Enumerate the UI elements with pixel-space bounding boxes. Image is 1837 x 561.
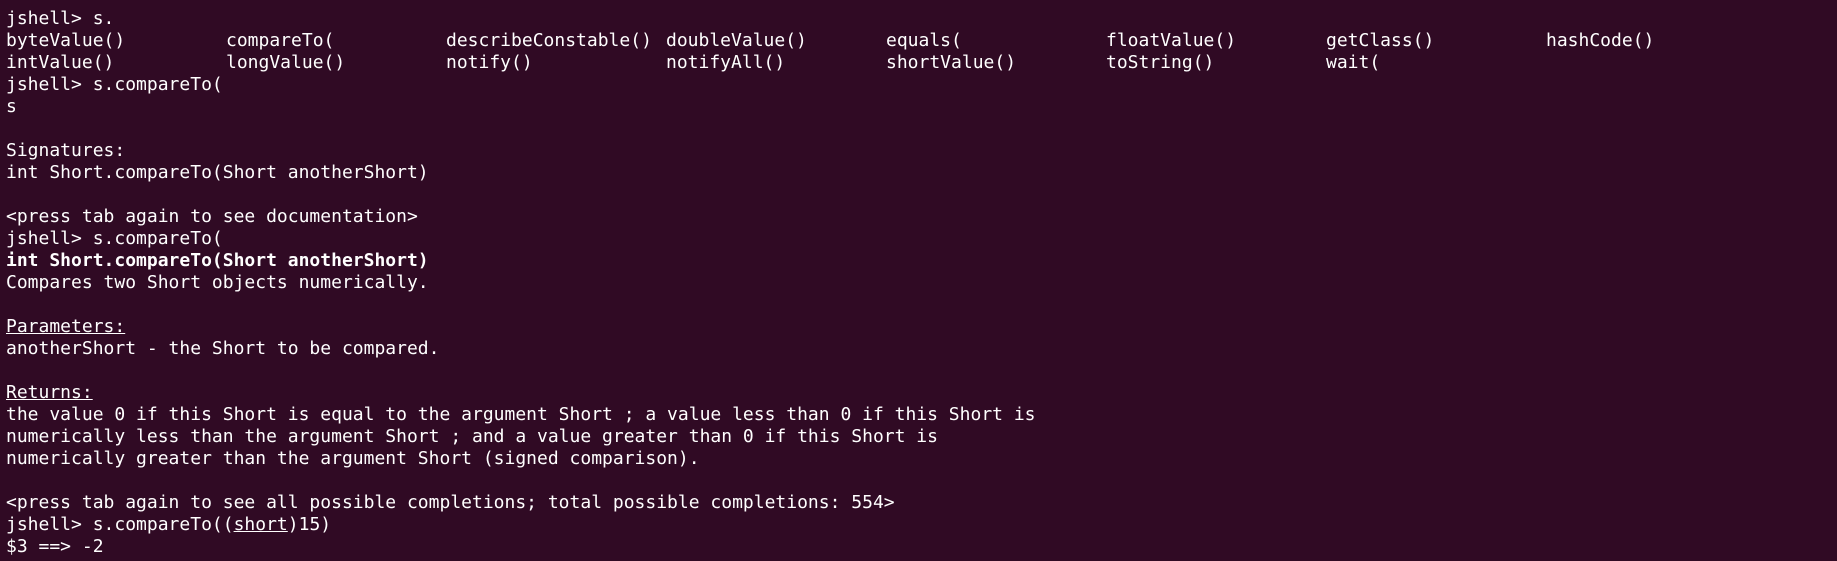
signature-line: int Short.compareTo(Short anotherShort) <box>6 162 429 183</box>
completion-item: byteValue() <box>6 30 126 51</box>
returns-text: the value 0 if this Short is equal to th… <box>6 404 1036 425</box>
prompt-line: jshell> s.compareTo((short)15) <box>6 514 1837 536</box>
prompt-line: jshell> s.compareTo( <box>6 228 223 249</box>
completion-item: shortValue() <box>886 52 1017 73</box>
documentation-hint: <press tab again to see documentation> <box>6 206 418 227</box>
doc-summary: Compares two Short objects numerically. <box>6 272 429 293</box>
returns-text: numerically less than the argument Short… <box>6 426 938 447</box>
prompt-suffix: )15) <box>287 514 332 535</box>
completions-hint: <press tab again to see all possible com… <box>6 492 895 513</box>
cast-keyword: short <box>233 514 288 535</box>
terminal-window[interactable]: jshell> s. byteValue() compareTo( descri… <box>0 0 1837 561</box>
prompt-line: jshell> s.compareTo( <box>6 74 223 95</box>
completion-item: notify() <box>446 52 533 73</box>
completion-item: compareTo( <box>226 30 335 51</box>
completion-item: getClass() <box>1326 30 1435 51</box>
returns-header-text: Returns: <box>6 382 93 403</box>
completion-item: describeConstable() <box>446 30 652 51</box>
completion-item: wait( <box>1326 52 1381 73</box>
doc-signature: int Short.compareTo(Short anotherShort) <box>6 250 429 271</box>
completion-row: byteValue() compareTo( describeConstable… <box>6 30 1837 52</box>
result-line: $3 ==> -2 <box>6 536 104 557</box>
prompt-prefix: jshell> s.compareTo(( <box>6 514 234 535</box>
completion-item: toString() <box>1106 52 1215 73</box>
parameters-text: anotherShort - the Short to be compared. <box>6 338 440 359</box>
completion-row: intValue() longValue() notify() notifyAl… <box>6 52 1837 74</box>
output-line: s <box>6 96 17 117</box>
completion-item: hashCode() <box>1546 30 1655 51</box>
returns-text: numerically greater than the argument Sh… <box>6 448 700 469</box>
parameters-header: Parameters: <box>6 316 1837 338</box>
completion-item: longValue() <box>226 52 346 73</box>
completion-item: notifyAll() <box>666 52 786 73</box>
signatures-header: Signatures: <box>6 140 126 161</box>
completion-item: equals( <box>886 30 962 51</box>
completion-item: intValue() <box>6 52 115 73</box>
parameters-header-text: Parameters: <box>6 316 126 337</box>
completion-item: doubleValue() <box>666 30 807 51</box>
returns-header: Returns: <box>6 382 1837 404</box>
completion-item: floatValue() <box>1106 30 1237 51</box>
prompt-line: jshell> s. <box>6 8 115 29</box>
